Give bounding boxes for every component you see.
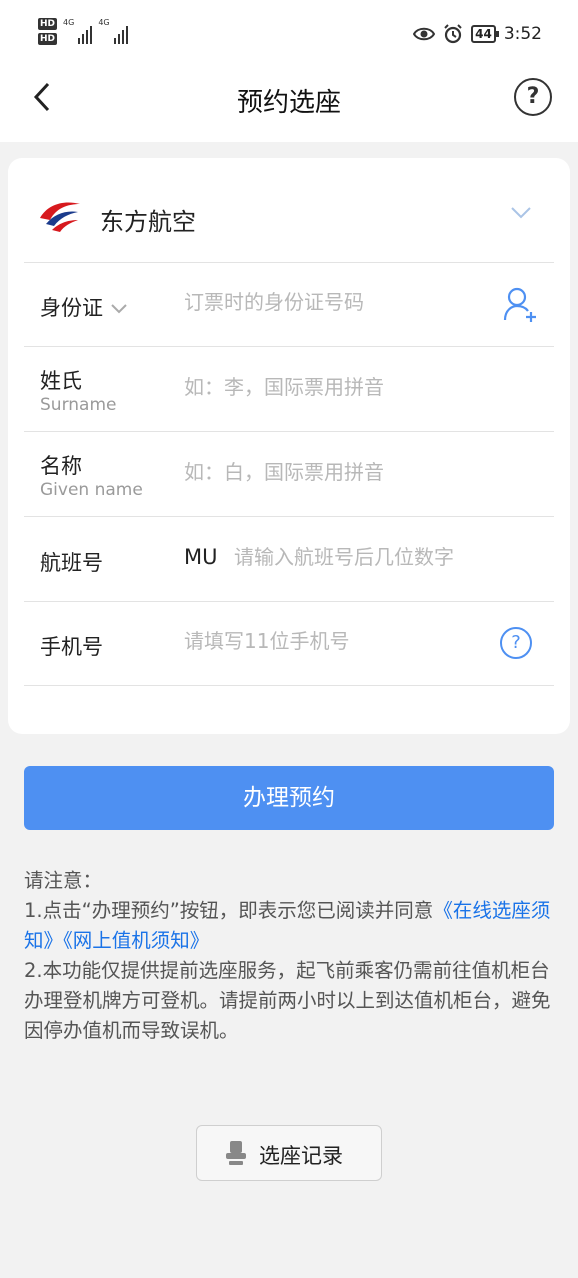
chevron-down-icon bbox=[110, 304, 127, 314]
airline-selector[interactable]: 东方航空 bbox=[24, 158, 554, 263]
given-name-label: 名称 bbox=[40, 454, 82, 478]
notice-line-1: 1.点击“办理预约”按钮，即表示您已阅读并同意《在线选座须知》《网上值机须知》 bbox=[24, 899, 551, 952]
signal-1-icon: 4G bbox=[63, 18, 93, 44]
id-number-input[interactable] bbox=[184, 290, 504, 314]
flight-number-input[interactable] bbox=[234, 545, 554, 569]
flight-prefix: MU bbox=[184, 545, 218, 569]
alarm-icon bbox=[444, 24, 462, 44]
phone-label: 手机号 bbox=[40, 635, 103, 659]
given-name-sublabel: Given name bbox=[40, 480, 143, 500]
notice-heading: 请注意： bbox=[24, 869, 103, 892]
seat-records-button[interactable]: 选座记录 bbox=[196, 1125, 382, 1181]
phone-row: 手机号 ? bbox=[24, 601, 554, 686]
phone-help-icon[interactable]: ? bbox=[500, 627, 532, 659]
surname-input[interactable] bbox=[184, 375, 504, 399]
nav-bar: 预约选座 ? bbox=[0, 68, 578, 142]
chevron-down-icon bbox=[511, 207, 531, 219]
signal-area: HD HD 4G 4G bbox=[38, 18, 128, 45]
booking-form-card: 东方航空 身份证 姓氏 Surname 名称 Given name 航班号 MU… bbox=[8, 158, 570, 734]
seat-icon bbox=[226, 1141, 246, 1165]
surname-label: 姓氏 bbox=[40, 369, 82, 393]
airline-logo-icon bbox=[40, 202, 80, 232]
flight-row: 航班号 MU bbox=[24, 517, 554, 602]
phone-input[interactable] bbox=[184, 629, 504, 653]
battery-icon: 44 bbox=[471, 25, 499, 43]
status-bar: HD HD 4G 4G 44 3:52 bbox=[0, 0, 578, 68]
given-name-row: 名称 Given name bbox=[24, 432, 554, 517]
notice-section: 请注意： 1.点击“办理预约”按钮，即表示您已阅读并同意《在线选座须知》《网上值… bbox=[24, 866, 556, 1046]
signal-2-icon: 4G bbox=[98, 18, 128, 44]
hd-badge-2: HD bbox=[38, 33, 58, 45]
surname-sublabel: Surname bbox=[40, 395, 117, 415]
id-row: 身份证 bbox=[24, 262, 554, 347]
eye-icon bbox=[413, 27, 436, 41]
submit-reservation-button[interactable]: 办理预约 bbox=[24, 766, 554, 830]
airline-name: 东方航空 bbox=[100, 208, 196, 236]
id-type-selector[interactable]: 身份证 bbox=[40, 292, 128, 322]
flight-label: 航班号 bbox=[40, 551, 103, 575]
online-checkin-terms-link[interactable]: 《网上值机须知》 bbox=[63, 929, 209, 952]
clock-time: 3:52 bbox=[503, 24, 542, 44]
seat-records-label: 选座记录 bbox=[259, 1144, 343, 1168]
status-right: 44 3:52 bbox=[413, 24, 542, 44]
surname-row: 姓氏 Surname bbox=[24, 347, 554, 432]
help-icon[interactable]: ? bbox=[514, 78, 552, 116]
given-name-input[interactable] bbox=[184, 460, 504, 484]
hd-badge-1: HD bbox=[38, 18, 58, 30]
add-passenger-icon[interactable] bbox=[502, 286, 538, 322]
notice-line-2: 2.本功能仅提供提前选座服务，起飞前乘客仍需前往值机柜台办理登机牌方可登机。请提… bbox=[24, 959, 551, 1042]
page-title: 预约选座 bbox=[236, 88, 341, 118]
